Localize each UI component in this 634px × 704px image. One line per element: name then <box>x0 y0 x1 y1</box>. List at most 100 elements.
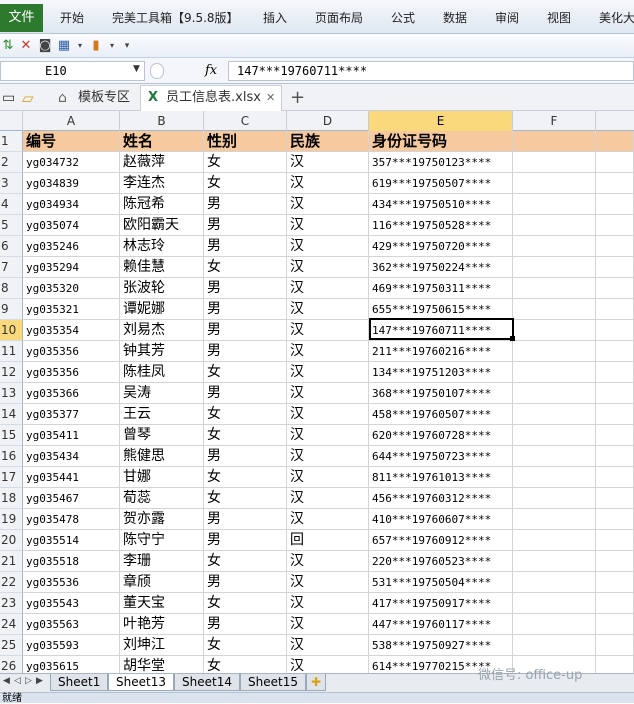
cell-gender[interactable]: 女 <box>204 152 287 173</box>
sheet-tab-sheet15[interactable]: Sheet15 <box>240 674 306 691</box>
cell-empty[interactable] <box>513 614 596 635</box>
cell-name[interactable]: 章颀 <box>120 572 204 593</box>
cell-gender[interactable]: 男 <box>204 278 287 299</box>
row-header[interactable]: 5 <box>0 215 23 236</box>
sheet-tab-sheet14[interactable]: Sheet14 <box>174 674 240 691</box>
fill-handle[interactable] <box>510 336 515 341</box>
cell-id[interactable]: yg035593 <box>23 635 120 656</box>
cell-empty[interactable] <box>596 152 634 173</box>
cell-empty[interactable] <box>513 152 596 173</box>
cell-empty[interactable] <box>513 173 596 194</box>
cell-id[interactable]: yg035536 <box>23 572 120 593</box>
cell-empty[interactable] <box>513 530 596 551</box>
cell-id-number[interactable]: 220***19760523**** <box>369 551 513 572</box>
chart-dropdown-icon[interactable]: ▾ <box>104 38 120 54</box>
first-sheet-icon[interactable]: ◀ <box>3 676 10 686</box>
cell-name[interactable]: 赵薇萍 <box>120 152 204 173</box>
cell-name[interactable]: 曾琴 <box>120 425 204 446</box>
cell-gender[interactable]: 男 <box>204 572 287 593</box>
cell-gender[interactable]: 男 <box>204 383 287 404</box>
row-header[interactable]: 9 <box>0 299 23 320</box>
cell-empty[interactable] <box>596 383 634 404</box>
cell-id[interactable]: yg035478 <box>23 509 120 530</box>
cell-ethnicity[interactable]: 汉 <box>287 572 369 593</box>
row-header[interactable]: 23 <box>0 593 23 614</box>
row-header[interactable]: 8 <box>0 278 23 299</box>
cell-id-number[interactable]: 620***19760728**** <box>369 425 513 446</box>
row-header[interactable]: 19 <box>0 509 23 530</box>
cell-gender[interactable]: 女 <box>204 488 287 509</box>
formula-input[interactable]: 147***19760711**** <box>228 61 634 81</box>
cell-ethnicity[interactable]: 汉 <box>287 425 369 446</box>
cell-id-number[interactable]: 211***19760216**** <box>369 341 513 362</box>
cell-name[interactable]: 赖佳慧 <box>120 257 204 278</box>
cell-empty[interactable] <box>513 362 596 383</box>
cell-gender[interactable]: 女 <box>204 635 287 656</box>
cell-empty[interactable] <box>596 404 634 425</box>
cell-ethnicity[interactable]: 民族 <box>287 131 369 152</box>
cell-empty[interactable] <box>596 635 634 656</box>
cell-empty[interactable] <box>596 320 634 341</box>
cell-empty[interactable] <box>596 509 634 530</box>
cell-id[interactable]: yg034839 <box>23 173 120 194</box>
cell-ethnicity[interactable]: 汉 <box>287 635 369 656</box>
row-header[interactable]: 2 <box>0 152 23 173</box>
tab-data[interactable]: 数据 <box>443 4 467 32</box>
cell-empty[interactable] <box>596 362 634 383</box>
insert-sheet-icon[interactable]: ✚ <box>306 674 327 691</box>
cell-empty[interactable] <box>596 299 634 320</box>
cell-gender[interactable]: 女 <box>204 173 287 194</box>
cell-ethnicity[interactable]: 汉 <box>287 488 369 509</box>
cell-name[interactable]: 林志玲 <box>120 236 204 257</box>
cell-ethnicity[interactable]: 汉 <box>287 593 369 614</box>
new-tab-button[interactable]: + <box>290 86 305 110</box>
cell-gender[interactable]: 男 <box>204 341 287 362</box>
cell-id[interactable]: yg035434 <box>23 446 120 467</box>
cell-ethnicity[interactable]: 汉 <box>287 173 369 194</box>
cell-name[interactable]: 刘坤江 <box>120 635 204 656</box>
cell-id[interactable]: yg035563 <box>23 614 120 635</box>
cell-id[interactable]: yg035074 <box>23 215 120 236</box>
cell-name[interactable]: 欧阳霸天 <box>120 215 204 236</box>
row-header[interactable]: 15 <box>0 425 23 446</box>
cell-empty[interactable] <box>596 530 634 551</box>
cell-id[interactable]: 编号 <box>23 131 120 152</box>
cell-empty[interactable] <box>513 257 596 278</box>
cell-empty[interactable] <box>513 572 596 593</box>
cell-id-number[interactable]: 357***19750123**** <box>369 152 513 173</box>
table-icon[interactable]: ▦ <box>56 38 72 54</box>
cell-gender[interactable]: 男 <box>204 215 287 236</box>
row-header[interactable]: 13 <box>0 383 23 404</box>
cell-id-number[interactable]: 657***19760912**** <box>369 530 513 551</box>
cell-id[interactable]: yg034732 <box>23 152 120 173</box>
cell-name[interactable]: 甘娜 <box>120 467 204 488</box>
cell-ethnicity[interactable]: 汉 <box>287 257 369 278</box>
tab-insert[interactable]: 插入 <box>263 4 287 32</box>
cell-empty[interactable] <box>513 446 596 467</box>
cell-id[interactable]: yg035246 <box>23 236 120 257</box>
row-header[interactable]: 17 <box>0 467 23 488</box>
cell-id[interactable]: yg035514 <box>23 530 120 551</box>
row-header[interactable]: 18 <box>0 488 23 509</box>
row-header[interactable]: 21 <box>0 551 23 572</box>
cell-empty[interactable] <box>596 551 634 572</box>
cell-name[interactable]: 李连杰 <box>120 173 204 194</box>
cell-id-number[interactable]: 456***19760312**** <box>369 488 513 509</box>
cell-ethnicity[interactable]: 汉 <box>287 467 369 488</box>
cell-empty[interactable] <box>513 488 596 509</box>
cell-id-number[interactable]: 538***19750927**** <box>369 635 513 656</box>
cell-empty[interactable] <box>513 404 596 425</box>
cell-ethnicity[interactable]: 汉 <box>287 383 369 404</box>
tab-review[interactable]: 审阅 <box>495 4 519 32</box>
template-tab[interactable]: 模板专区 <box>78 86 130 110</box>
cell-empty[interactable] <box>513 131 596 152</box>
cell-id[interactable]: yg035411 <box>23 425 120 446</box>
row-header[interactable]: 20 <box>0 530 23 551</box>
cell-gender[interactable]: 女 <box>204 467 287 488</box>
cell-ethnicity[interactable]: 汉 <box>287 446 369 467</box>
cell-gender[interactable]: 男 <box>204 299 287 320</box>
cell-name[interactable]: 姓名 <box>120 131 204 152</box>
tab-toolbox[interactable]: 完美工具箱【9.5.8版】 <box>112 4 239 32</box>
cell-id[interactable]: yg035354 <box>23 320 120 341</box>
cell-gender[interactable]: 男 <box>204 320 287 341</box>
